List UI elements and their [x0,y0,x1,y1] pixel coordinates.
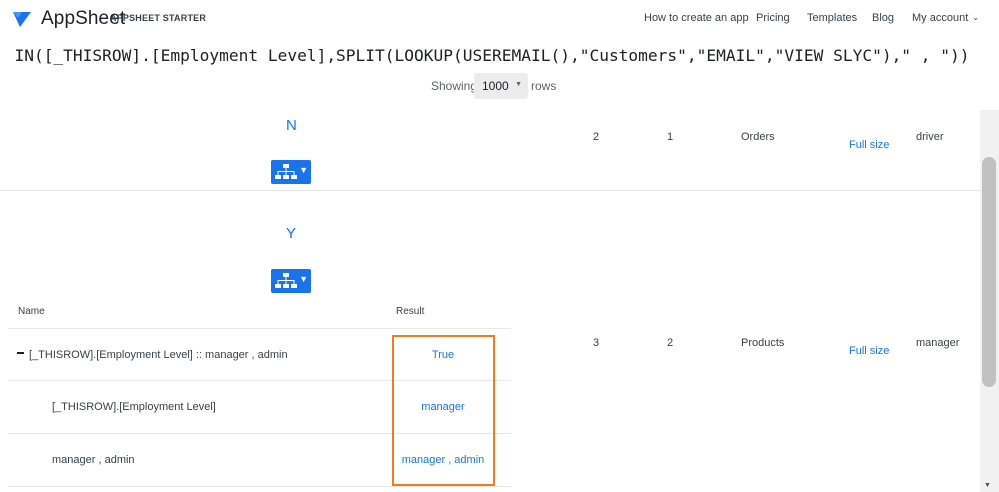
expression-tree-button[interactable]: ▼ [271,160,311,184]
rows-per-page-select[interactable]: 1000 ▼ [474,73,528,99]
eval-row-name: manager , admin [52,454,135,466]
row-flag: Y [286,225,297,242]
caret-down-icon: ▼ [299,274,308,284]
nav-my-account[interactable]: My account ⌄ [912,12,979,24]
collapse-icon[interactable] [17,352,24,354]
hierarchy-icon [275,164,297,179]
expression-text: IN([_THISROW].[Employment Level],SPLIT(L… [14,46,970,65]
appsheet-logo-icon[interactable] [12,9,32,29]
plan-badge: APPSHEET STARTER [110,13,207,23]
nav-how-to-create[interactable]: How to create an app [644,12,749,24]
full-size-link[interactable]: Full size [849,345,889,357]
eval-row-name: [_THISROW].[Employment Level] [52,401,216,413]
nav-templates[interactable]: Templates [807,12,857,24]
eval-header-name: Name [18,306,45,317]
dropdown-arrow-icon: ▼ [515,81,522,88]
nav-pricing[interactable]: Pricing [756,12,790,24]
row-col2: 1 [667,131,674,143]
expression-tree-button[interactable]: ▼ [271,269,311,293]
nav-my-account-label: My account [912,12,969,24]
top-bar: AppSheet APPSHEET STARTER How to create … [0,0,999,38]
chevron-down-icon: ⌄ [972,13,979,22]
row-role: manager [916,337,960,349]
row-table-name: Products [741,337,785,349]
hierarchy-icon [275,273,297,288]
eval-row-name: [_THISROW].[Employment Level] :: manager… [29,349,288,361]
eval-divider [8,328,511,329]
row-col1: 3 [593,337,600,349]
scrollbar-thumb[interactable] [982,157,996,387]
row-col2: 2 [667,337,674,349]
scroll-down-arrow-icon[interactable]: ▼ [984,482,991,489]
rows-label: rows [531,79,557,93]
row-role: driver [916,131,944,143]
row-divider [0,190,980,191]
eval-header-result: Result [396,306,425,317]
row-table-name: Orders [741,131,775,143]
showing-label: Showing [431,79,478,93]
caret-down-icon: ▼ [299,165,308,175]
full-size-link[interactable]: Full size [849,139,889,151]
row-flag: N [286,117,297,134]
nav-blog[interactable]: Blog [872,12,894,24]
eval-divider [8,486,511,487]
rows-per-page-value: 1000 [482,79,509,93]
row-col1: 2 [593,131,600,143]
result-highlight-box [392,335,495,486]
